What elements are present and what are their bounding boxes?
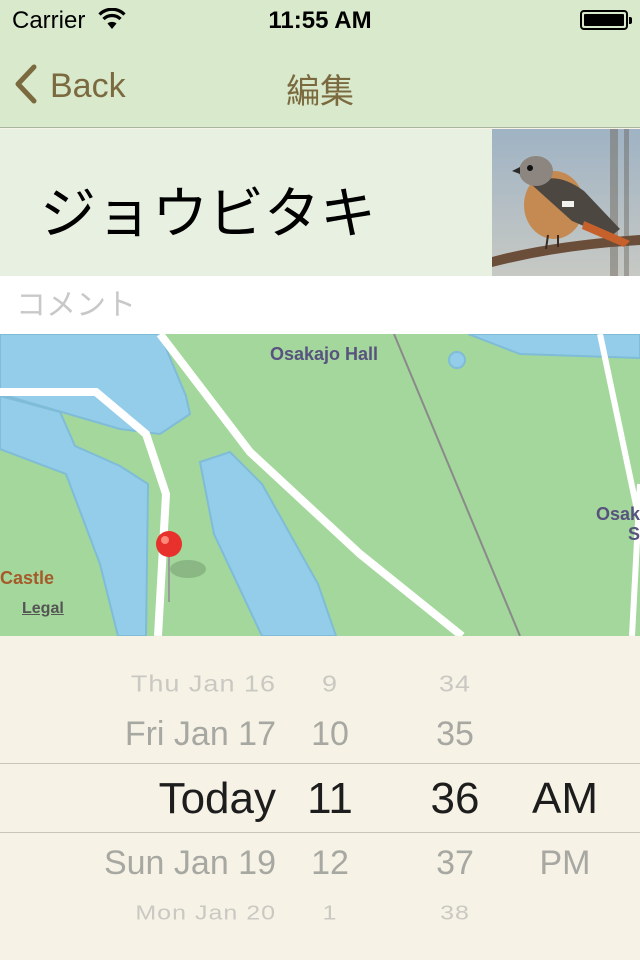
minute-option[interactable]: 35: [420, 715, 490, 754]
hour-selected[interactable]: 11: [300, 774, 360, 824]
navigation-bar: Back 編集: [0, 40, 640, 128]
map-label-edge: Osak: [596, 504, 640, 524]
minute-selected[interactable]: 36: [420, 774, 490, 824]
picker-selection-top-line: [0, 763, 640, 764]
ampm-option[interactable]: PM: [520, 844, 610, 883]
minute-option[interactable]: 37: [420, 844, 490, 883]
date-option[interactable]: Sun Jan 19: [104, 844, 276, 883]
hour-option[interactable]: 9: [300, 671, 360, 697]
bird-name: ジョウビタキ: [40, 182, 376, 245]
location-map[interactable]: Osakajo Hall Castle Legal Osak S: [0, 334, 640, 636]
hour-option[interactable]: 12: [300, 844, 360, 883]
comment-field[interactable]: [16, 284, 616, 326]
ampm-selected[interactable]: AM: [520, 774, 610, 824]
page-title: 編集: [286, 73, 354, 111]
bird-name-row: ジョウビタキ: [0, 129, 640, 276]
map-legal-link[interactable]: Legal: [22, 600, 64, 618]
date-option[interactable]: Thu Jan 16: [131, 671, 276, 697]
date-selected[interactable]: Today: [159, 774, 276, 824]
map-label-castle: Castle: [0, 568, 55, 588]
date-option[interactable]: Mon Jan 20: [135, 902, 276, 925]
map-label-edge-2: S: [628, 524, 640, 544]
bird-photo[interactable]: [492, 129, 640, 276]
battery-icon: [580, 10, 632, 30]
map-label-hall: Osakajo Hall: [270, 344, 379, 364]
status-bar: Carrier 11:55 AM: [0, 0, 640, 40]
comment-row: [0, 276, 640, 334]
minute-option[interactable]: 38: [420, 902, 490, 925]
hour-option[interactable]: 10: [300, 715, 360, 754]
clock: 11:55 AM: [268, 7, 372, 34]
minute-option[interactable]: 34: [420, 671, 490, 697]
hour-option[interactable]: 1: [300, 902, 360, 925]
picker-selection-bottom-line: [0, 832, 640, 833]
date-time-picker[interactable]: Thu Jan 16 Fri Jan 17 Today Sun Jan 19 M…: [0, 636, 640, 960]
date-option[interactable]: Fri Jan 17: [125, 715, 276, 754]
